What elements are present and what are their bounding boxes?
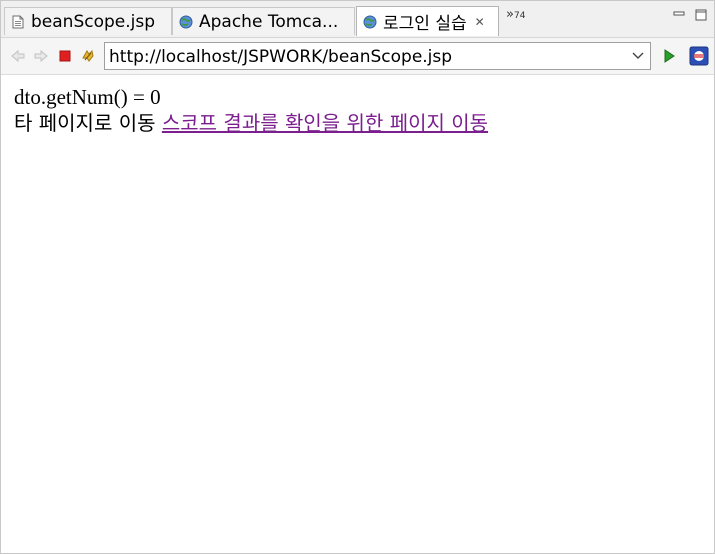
go-icon[interactable] xyxy=(661,48,677,64)
url-input[interactable]: http://localhost/JSPWORK/beanScope.jsp xyxy=(104,42,651,70)
refresh-icon[interactable] xyxy=(80,48,96,64)
double-chevron-icon: » xyxy=(506,7,514,22)
jsp-file-icon xyxy=(12,15,24,28)
back-arrow-icon[interactable] xyxy=(10,48,26,64)
scope-result-link[interactable]: 스코프 결과를 확인을 위한 페이지 이동 xyxy=(162,111,488,135)
forward-arrow-icon[interactable] xyxy=(33,48,49,64)
minimize-icon[interactable] xyxy=(673,9,685,21)
tab-overflow-count: 74 xyxy=(513,11,526,21)
tab-login-practice[interactable]: 로그인 실습 ✕ xyxy=(356,6,499,36)
tab-label: 로그인 실습 xyxy=(383,14,467,34)
maximize-icon[interactable] xyxy=(695,9,707,21)
url-text: http://localhost/JSPWORK/beanScope.jsp xyxy=(109,47,453,67)
globe-icon xyxy=(179,15,193,28)
tab-label: Apache Tomca... xyxy=(199,11,339,32)
browser-window: beanScope.jsp Apache Tomca... 로그인 실습 ✕ »… xyxy=(0,0,715,554)
tab-beanscope[interactable]: beanScope.jsp xyxy=(4,7,172,35)
navigate-line: 타 페이지로 이동 스코프 결과를 확인을 위한 페이지 이동 xyxy=(14,109,488,137)
tab-bar: beanScope.jsp Apache Tomca... 로그인 실습 ✕ »… xyxy=(1,1,714,38)
globe-icon xyxy=(363,15,377,28)
tab-label: beanScope.jsp xyxy=(31,11,156,32)
tab-overflow-button[interactable]: »74 xyxy=(506,7,525,22)
chevron-down-icon[interactable] xyxy=(632,51,644,61)
close-tab-icon[interactable]: ✕ xyxy=(475,15,485,29)
stop-icon[interactable] xyxy=(57,48,73,64)
navigation-toolbar: http://localhost/JSPWORK/beanScope.jsp xyxy=(1,38,714,75)
navigate-prefix-text: 타 페이지로 이동 xyxy=(14,111,162,135)
page-content: dto.getNum() = 0 타 페이지로 이동 스코프 결과를 확인을 위… xyxy=(14,85,488,137)
tab-apache-tomcat[interactable]: Apache Tomca... xyxy=(172,7,355,35)
eclipse-browser-icon[interactable] xyxy=(689,46,709,66)
getnum-output: dto.getNum() = 0 xyxy=(14,85,161,109)
